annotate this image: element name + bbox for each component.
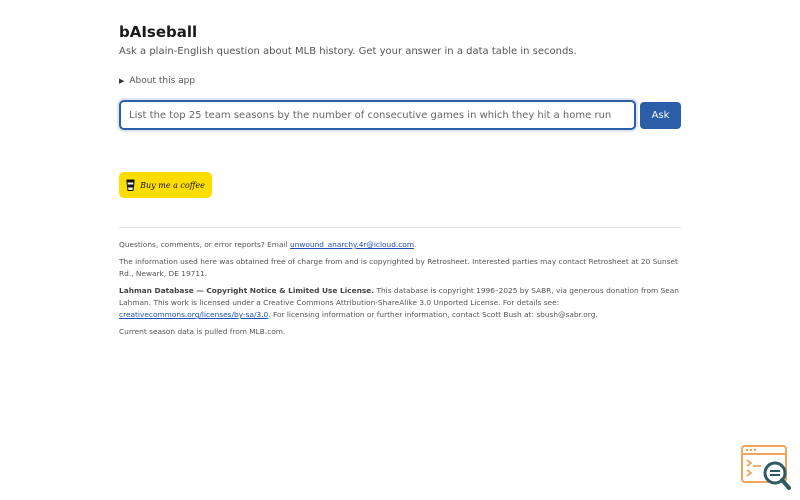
contact-email-link[interactable]: unwound_anarchy.4r@icloud.com xyxy=(290,240,414,249)
ask-row: Ask xyxy=(119,100,681,130)
about-label: About this app xyxy=(129,76,196,86)
retrosheet-notice: The information used here was obtained f… xyxy=(119,257,678,278)
triangle-right-icon: ▶ xyxy=(119,77,125,85)
question-input[interactable] xyxy=(119,100,636,130)
footer-divider xyxy=(119,227,681,228)
mlb-notice: Current season data is pulled from MLB.c… xyxy=(119,327,286,336)
ask-button[interactable]: Ask xyxy=(640,101,681,129)
page-title: bAIseball xyxy=(119,23,198,41)
lahman-notice: Lahman Database — Copyright Notice & Lim… xyxy=(119,286,679,319)
main-container: bAIseball Ask a plain-English question a… xyxy=(119,22,681,343)
footer: Questions, comments, or error reports? E… xyxy=(119,239,681,338)
about-toggle[interactable]: ▶ About this app xyxy=(119,75,681,87)
lahman-heading: Lahman Database — Copyright Notice & Lim… xyxy=(119,286,375,295)
contact-text: Questions, comments, or error reports? E… xyxy=(119,240,417,249)
page: bAIseball Ask a plain-English question a… xyxy=(0,0,800,500)
buy-coffee-button[interactable]: Buy me a coffee xyxy=(119,172,212,198)
license-link[interactable]: creativecommons.org/licenses/by-sa/3.0 xyxy=(119,310,268,319)
page-subtitle: Ask a plain-English question about MLB h… xyxy=(119,46,577,57)
buy-coffee-label: Buy me a coffee xyxy=(140,180,205,190)
search-document-icon[interactable] xyxy=(741,444,791,490)
coffee-cup-icon xyxy=(126,179,135,191)
